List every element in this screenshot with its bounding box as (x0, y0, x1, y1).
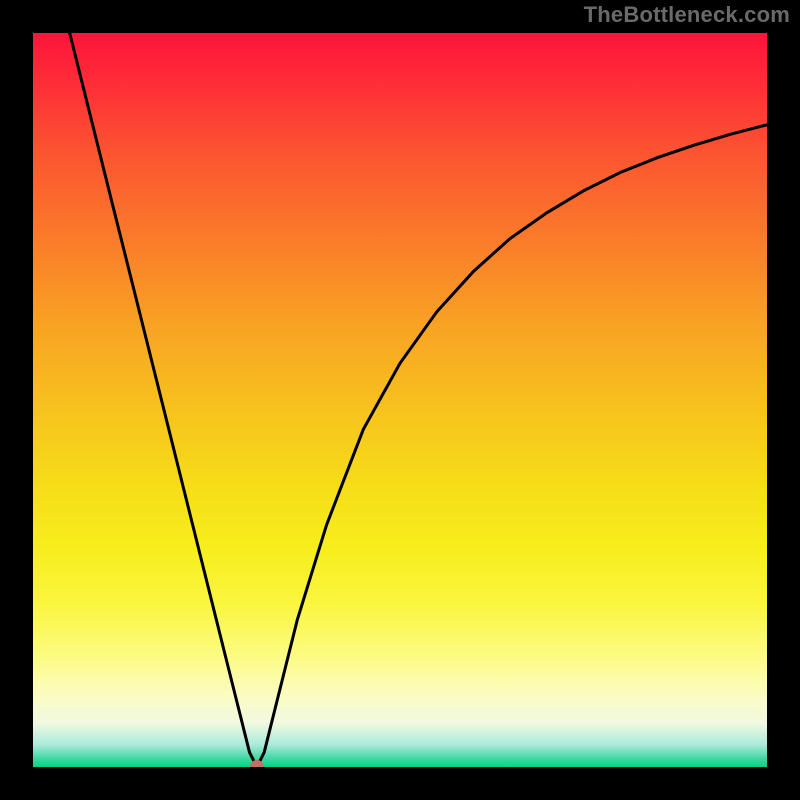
plot-area (33, 33, 767, 767)
chart-frame: TheBottleneck.com (0, 0, 800, 800)
watermark-text: TheBottleneck.com (584, 2, 790, 28)
plot-background-gradient (33, 33, 767, 767)
